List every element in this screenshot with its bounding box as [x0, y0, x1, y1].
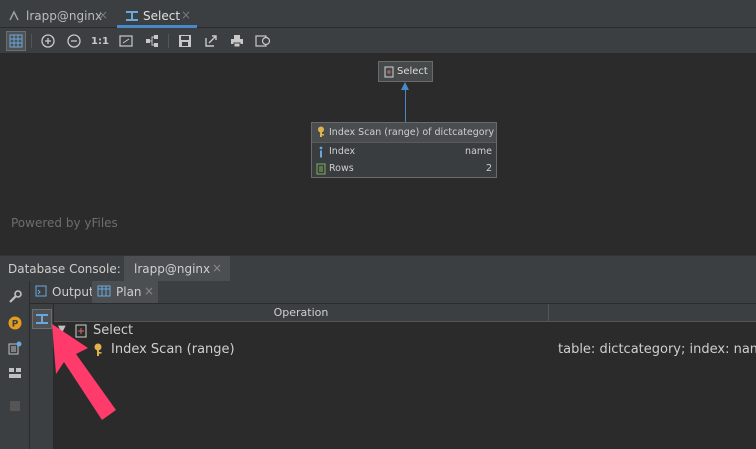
svg-text:P: P — [12, 320, 19, 330]
node-header: Index Scan (range) of dictcategory — [312, 123, 496, 143]
key-icon — [316, 126, 326, 141]
tab-label: lrapp@nginx — [26, 9, 103, 23]
yfiles-watermark: Powered by yFiles — [11, 216, 118, 230]
toolbar-separator — [168, 34, 169, 48]
row-key: Index — [329, 146, 356, 157]
layout-grid-icon[interactable] — [5, 363, 25, 383]
save-icon[interactable] — [175, 31, 195, 51]
table-icon — [97, 285, 111, 300]
tab-label: Plan — [116, 285, 142, 299]
annotation-arrow — [52, 324, 116, 420]
close-icon[interactable]: × — [212, 261, 222, 275]
column-header-operation[interactable]: Operation — [54, 304, 549, 322]
editor-tab-bar: lrapp@nginx × Select × — [0, 0, 756, 28]
operation-label: Index Scan (range) — [111, 342, 235, 357]
console-title: Database Console: — [8, 262, 121, 276]
tab-label: lrapp@nginx — [134, 262, 211, 276]
toolbar-separator — [31, 34, 32, 48]
zoom-in-icon[interactable] — [38, 31, 58, 51]
diagram-canvas[interactable]: Select Index Scan (range) of dictcategor… — [0, 55, 756, 255]
node-title: Index Scan (range) of dictcategory — [329, 127, 495, 138]
stop-icon[interactable] — [5, 396, 25, 416]
diagram-toolbar: 1:1 — [0, 28, 756, 54]
node-label: Select — [397, 66, 428, 77]
console-result-tabs: Output Plan × — [30, 281, 756, 304]
explain-plan-icon — [125, 10, 139, 25]
wrench-icon[interactable] — [5, 287, 25, 307]
row-value: 2 — [485, 163, 492, 174]
plan-table: Operation ▼ Select Index Scan (range) ta… — [54, 304, 756, 449]
plan-table-header: Operation — [54, 304, 756, 322]
print-icon[interactable] — [227, 31, 247, 51]
row-value: name — [465, 146, 492, 157]
close-icon[interactable]: × — [181, 8, 191, 22]
fit-content-icon[interactable] — [116, 31, 136, 51]
edge-line — [405, 87, 406, 123]
tab-connection[interactable]: lrapp@nginx × — [6, 3, 112, 28]
row-key: Rows — [329, 163, 354, 174]
table-row[interactable]: Index Scan (range) table: dictcategory; … — [54, 341, 756, 360]
select-query-icon — [384, 66, 394, 81]
select-node[interactable]: Select — [378, 61, 433, 82]
profile-icon[interactable]: P — [5, 313, 25, 333]
operation-info: table: dictcategory; index: name — [558, 342, 756, 357]
tab-label: Output — [52, 285, 94, 299]
node-row-rows: Rows 2 — [312, 161, 496, 178]
console-session-tab[interactable]: lrapp@nginx × — [124, 256, 230, 282]
export-icon[interactable] — [201, 31, 221, 51]
tab-label: Select — [143, 9, 181, 23]
tab-output[interactable]: Output — [30, 281, 94, 303]
database-console-header: Database Console: lrapp@nginx × — [0, 255, 756, 282]
rows-icon — [316, 163, 326, 178]
zoom-out-icon[interactable] — [64, 31, 84, 51]
index-scan-node[interactable]: Index Scan (range) of dictcategory Index… — [311, 122, 497, 178]
close-icon[interactable]: × — [98, 8, 108, 22]
output-icon — [35, 285, 47, 300]
connection-icon — [8, 10, 20, 25]
grid-view-icon[interactable] — [6, 31, 26, 51]
console-tool-strip: P — [0, 281, 30, 449]
layout-icon[interactable] — [142, 31, 162, 51]
console-log-icon[interactable] — [5, 338, 25, 358]
tab-select[interactable]: Select × — [117, 3, 197, 28]
info-icon — [316, 146, 326, 161]
tab-plan[interactable]: Plan × — [92, 281, 158, 303]
node-row-index: Index name — [312, 144, 496, 161]
table-row[interactable]: ▼ Select — [54, 322, 756, 341]
close-icon[interactable]: × — [144, 284, 154, 298]
settings-icon[interactable] — [253, 31, 273, 51]
actual-size-button[interactable]: 1:1 — [90, 31, 110, 51]
